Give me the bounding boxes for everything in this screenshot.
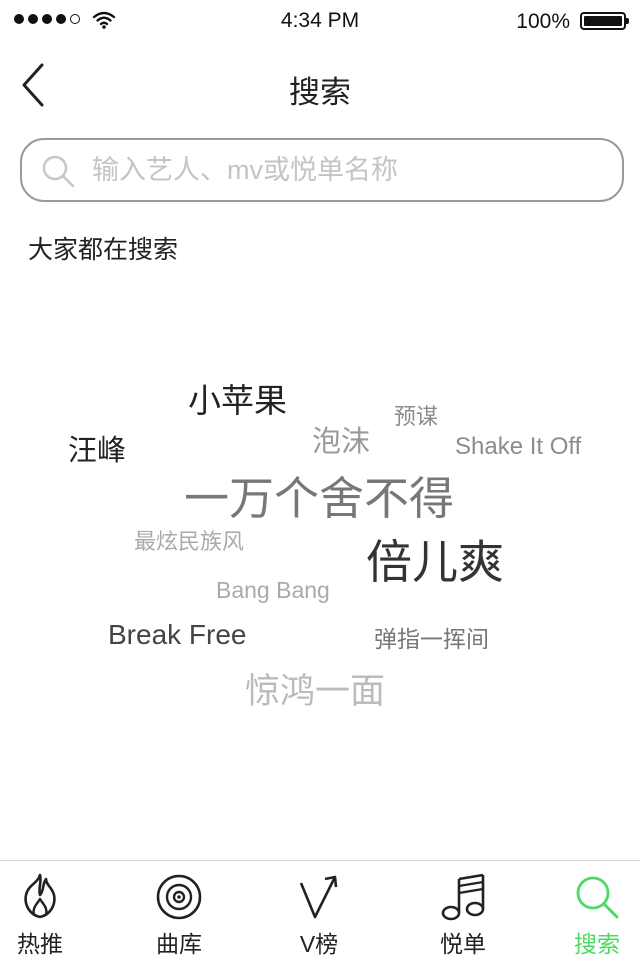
tab-hot[interactable]: 热推	[0, 861, 100, 961]
tag-wangfeng[interactable]: 汪峰	[68, 437, 126, 466]
tab-label: 搜索	[574, 931, 620, 957]
tag-bang-bang[interactable]: Bang Bang	[216, 579, 330, 602]
battery-icon	[580, 12, 629, 30]
tag-zuixuanminzufeng[interactable]: 最炫民族风	[134, 531, 244, 553]
tab-label: 热推	[17, 931, 63, 957]
tag-paomo[interactable]: 泡沫	[312, 428, 370, 457]
tab-label: V榜	[299, 931, 339, 957]
tab-search[interactable]: 搜索	[537, 861, 640, 961]
tab-library[interactable]: 曲库	[119, 861, 239, 961]
tag-break-free[interactable]: Break Free	[108, 621, 247, 649]
page-title: 搜索	[289, 75, 351, 110]
tab-label: 曲库	[156, 931, 202, 957]
search-bar[interactable]	[20, 138, 624, 202]
status-bar: 4:34 PM 100%	[0, 0, 640, 40]
search-icon	[576, 876, 619, 919]
tag-jinghongyimian[interactable]: 惊鸿一面	[245, 674, 385, 709]
vinyl-record-icon	[156, 874, 202, 920]
tag-yumou[interactable]: 预谋	[394, 406, 438, 428]
search-icon	[42, 155, 75, 188]
flame-icon	[24, 873, 56, 919]
music-note-icon	[441, 873, 485, 921]
tab-vchart[interactable]: V榜	[259, 861, 379, 961]
tag-xiaopingguo[interactable]: 小苹果	[188, 384, 287, 417]
tag-tanzhiyihuijian[interactable]: 弹指一挥间	[374, 628, 489, 651]
tag-shake-it-off[interactable]: Shake It Off	[455, 435, 581, 459]
tab-bar: 热推 曲库 V榜 悦单 搜索	[0, 860, 640, 961]
search-input[interactable]	[92, 148, 602, 192]
nav-bar: 搜索	[0, 55, 640, 115]
battery-percent: 100%	[516, 10, 570, 33]
section-title: 大家都在搜索	[28, 236, 179, 264]
tab-playlists[interactable]: 悦单	[403, 861, 523, 961]
tab-label: 悦单	[440, 931, 486, 957]
tag-yiwangeshebude[interactable]: 一万个舍不得	[184, 476, 454, 521]
tag-beiershuang[interactable]: 倍儿爽	[366, 539, 504, 585]
v-chart-icon	[299, 875, 338, 919]
